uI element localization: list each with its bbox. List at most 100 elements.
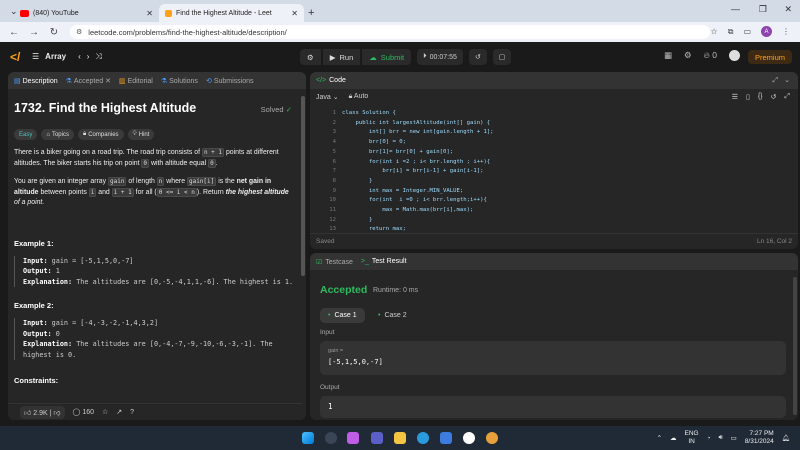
layout-icon[interactable]: ▦ <box>664 50 672 61</box>
app-icon[interactable] <box>371 432 383 444</box>
close-tab-icon[interactable]: ✕ <box>291 9 298 18</box>
volume-icon[interactable]: 🔊︎ <box>719 434 723 442</box>
site-info-icon[interactable]: ⚙ <box>76 28 82 36</box>
next-problem-icon[interactable]: › <box>87 52 90 61</box>
like-button[interactable]: 👍︎ 2.9K | 👎︎ <box>20 405 65 419</box>
debug-button[interactable]: ⚙ <box>300 49 321 65</box>
lightbulb-icon: 💡︎ <box>132 131 137 137</box>
comments-button[interactable]: ◯ 160 <box>73 408 94 416</box>
forward-icon[interactable]: → <box>28 27 40 38</box>
share-icon[interactable]: ↗ <box>116 408 122 416</box>
braces-icon[interactable]: {} <box>758 93 763 101</box>
tab-testcase[interactable]: ☑ Testcase <box>316 258 353 266</box>
submit-label: Submit <box>380 52 405 62</box>
close-window-icon[interactable]: ✕ <box>784 4 792 15</box>
tab-accepted[interactable]: ⚗ Accepted ✕ <box>66 77 111 85</box>
case-2-tab[interactable]: • Case 2 <box>370 308 415 323</box>
chat-icon[interactable] <box>347 432 359 444</box>
help-icon[interactable]: ? <box>130 409 134 416</box>
bookmark-star-icon[interactable]: ☆ <box>711 27 718 36</box>
code-editor[interactable]: 1 class Solution {2 public int largestAlt… <box>310 106 798 233</box>
tab-solutions[interactable]: ⚗ Solutions <box>161 77 198 85</box>
prev-problem-icon[interactable]: ‹ <box>78 52 81 61</box>
tab-code[interactable]: </> Code <box>316 77 346 84</box>
notes-button[interactable]: ▢ <box>492 49 512 65</box>
chrome-profile-icon[interactable] <box>486 432 498 444</box>
tab-label: (840) YouTube <box>33 9 79 17</box>
notification-bell-icon[interactable]: 🔔︎ <box>782 434 790 442</box>
search-icon[interactable] <box>325 432 337 444</box>
tab-editorial[interactable]: ▥ Editorial <box>119 77 153 85</box>
language-select[interactable]: Java ⌄ <box>316 93 339 101</box>
user-avatar[interactable] <box>729 50 740 61</box>
result-scrollbar[interactable] <box>793 277 797 415</box>
bold-italic-text: the highest altitude <box>225 188 289 196</box>
line-number: 13 <box>329 226 336 233</box>
leetcode-favicon-icon <box>165 9 172 17</box>
language-indicator[interactable]: ENG IN <box>685 430 699 446</box>
topics-button[interactable]: ⌂ Topics <box>41 129 74 140</box>
submit-button[interactable]: ☁ Submit <box>362 49 412 65</box>
file-explorer-icon[interactable] <box>394 432 406 444</box>
tab-description[interactable]: ▤ Description <box>14 77 58 85</box>
chrome-icon[interactable] <box>463 432 475 444</box>
profile-avatar[interactable]: A <box>761 26 772 37</box>
shuffle-icon[interactable]: ⤨ <box>95 52 101 62</box>
leetcode-logo-icon[interactable]: </ <box>10 50 24 64</box>
close-tab-icon[interactable]: ✕ <box>146 9 153 18</box>
back-icon[interactable]: ← <box>8 27 20 38</box>
premium-button[interactable]: Premium <box>747 50 792 64</box>
network-icon[interactable]: ◔ <box>707 435 711 442</box>
chevron-up-icon[interactable]: ⌃ <box>657 434 662 442</box>
clock[interactable]: 7:27 PM 8/31/2024 <box>745 430 774 446</box>
reset-timer-button[interactable]: ↺ <box>468 49 487 65</box>
tab-leetcode[interactable]: Find the Highest Altitude - Leet ✕ <box>159 4 304 22</box>
upload-cloud-icon: ☁ <box>369 52 377 62</box>
description-scrollbar[interactable] <box>301 96 305 276</box>
reload-icon[interactable]: ↻ <box>48 27 60 38</box>
problem-list-link[interactable]: Array <box>45 52 66 61</box>
document-icon: ▤ <box>14 77 21 85</box>
runtime: Runtime: 0 ms <box>373 287 419 294</box>
menu-icon[interactable]: ⋮ <box>782 27 790 36</box>
hint-button[interactable]: 💡︎ Hint <box>127 129 155 140</box>
fullscreen-icon[interactable]: ⤢ <box>784 93 790 101</box>
timer[interactable]: ⏵ 00:07:55 <box>417 49 463 65</box>
tab-search-icon[interactable]: ⌄ <box>10 6 18 17</box>
companies-button[interactable]: 🔒︎ Companies <box>77 129 124 140</box>
favorite-star-icon[interactable]: ☆ <box>102 408 108 416</box>
code-panel: </> Code ⤢ ⌄ Java ⌄ 🔒︎ Auto ☰ ▯ {} ↺ ⤢ 1 cl… <box>310 72 798 249</box>
format-icon[interactable]: ☰ <box>732 93 738 101</box>
result-panel: ☑ Testcase >_ Test Result Accepted Runtime… <box>310 253 798 420</box>
comment-count: 160 <box>82 409 94 416</box>
url-field[interactable]: ⚙ leetcode.com/problems/find-the-highest… <box>70 25 710 39</box>
auto-mode[interactable]: 🔒︎ Auto <box>349 93 369 101</box>
description-footer: 👍︎ 2.9K | 👎︎ ◯ 160 ☆ ↗ ? <box>8 403 302 420</box>
case-1-tab[interactable]: • Case 1 <box>320 308 365 323</box>
settings-icon[interactable]: ⚙ <box>684 50 692 61</box>
tab-youtube[interactable]: (840) YouTube ✕ <box>14 4 159 22</box>
new-tab-button[interactable]: + <box>308 4 314 22</box>
close-icon[interactable]: ✕ <box>105 78 111 85</box>
bookmark-icon[interactable]: ▯ <box>746 93 750 101</box>
edge-icon[interactable] <box>417 432 429 444</box>
run-button[interactable]: ▶ Run <box>322 49 361 65</box>
tab-test-result[interactable]: >_ Test Result <box>361 258 407 265</box>
terminal-icon: >_ <box>360 258 369 265</box>
input-label: Input <box>320 329 335 336</box>
extensions-icon[interactable]: ⧉ <box>728 27 734 37</box>
sidebar-icon[interactable]: ▭ <box>743 27 751 36</box>
store-icon[interactable] <box>440 432 452 444</box>
maximize-panel-icon[interactable]: ⤢ <box>773 77 779 84</box>
battery-icon[interactable]: ▭ <box>731 434 737 442</box>
solved-label: Solved <box>260 105 284 114</box>
collapse-panel-icon[interactable]: ⌄ <box>784 77 790 84</box>
cloud-icon[interactable]: ☁ <box>670 434 677 442</box>
reset-icon[interactable]: ↺ <box>771 93 777 101</box>
windows-start-icon[interactable] <box>302 432 314 444</box>
minimize-icon[interactable]: — <box>731 4 740 14</box>
maximize-icon[interactable]: ❐ <box>759 4 767 15</box>
problem-list-icon[interactable]: ☰ <box>32 52 39 61</box>
tab-submissions[interactable]: ⟲ Submissions <box>206 77 254 85</box>
streak-icon[interactable]: 🔥︎ 0 <box>704 50 717 61</box>
